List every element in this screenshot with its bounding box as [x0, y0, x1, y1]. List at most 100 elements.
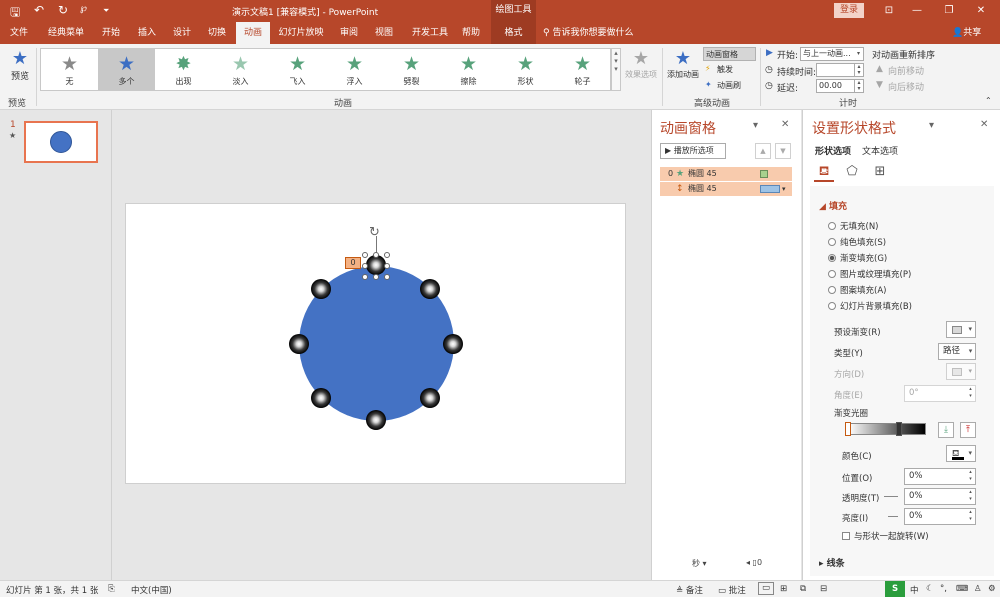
tab-view[interactable]: 视图	[369, 22, 399, 44]
move-earlier-button[interactable]: ▲ 向前移动	[876, 64, 936, 77]
collapse-ribbon-icon[interactable]: ⌃	[985, 96, 992, 105]
solid-fill-radio[interactable]: 纯色填充(S)	[828, 236, 886, 248]
tab-design[interactable]: 设计	[167, 22, 197, 44]
position-input[interactable]: 0% ▴ ▾	[904, 468, 976, 485]
undo-icon[interactable]: ↶	[34, 3, 44, 17]
type-select[interactable]: 路径 ▾	[938, 343, 976, 360]
anim-shape[interactable]: ★ 形状	[497, 49, 554, 90]
moon-icon[interactable]: ☾	[926, 584, 934, 594]
black-dot[interactable]	[420, 388, 440, 408]
ime-icon[interactable]: S	[885, 581, 905, 597]
rotate-handle-icon[interactable]: ↻	[369, 225, 380, 240]
tab-transitions[interactable]: 切换	[202, 22, 232, 44]
fill-section-header[interactable]: ◢ 填充	[819, 199, 847, 212]
tab-format[interactable]: 格式	[491, 22, 536, 44]
anim-multiple[interactable]: ★ 多个	[98, 49, 155, 90]
sorter-view-icon[interactable]: ⊞	[780, 584, 787, 594]
move-down-icon[interactable]: ▼	[775, 143, 791, 159]
black-dot[interactable]	[366, 255, 386, 275]
resize-handle[interactable]	[384, 263, 390, 269]
save-icon[interactable]: 🖫	[10, 3, 20, 24]
anim-fade[interactable]: ★ 淡入	[212, 49, 269, 90]
tab-slideshow[interactable]: 幻灯片放映	[275, 22, 327, 44]
comments-button[interactable]: ▭ 批注	[718, 584, 746, 596]
tab-file[interactable]: 文件	[4, 22, 34, 44]
remove-gradient-stop-icon[interactable]: ⤒	[960, 422, 976, 438]
duration-input[interactable]: ▴ ▾	[816, 63, 864, 77]
resize-handle[interactable]	[373, 274, 379, 280]
move-later-button[interactable]: ▼ 向后移动	[876, 80, 936, 93]
move-up-icon[interactable]: ▲	[755, 143, 771, 159]
tab-text-options[interactable]: 文本选项	[862, 144, 898, 157]
brightness-input[interactable]: 0% ▴ ▾	[904, 508, 976, 525]
black-dot[interactable]	[420, 279, 440, 299]
brightness-slider[interactable]	[888, 516, 898, 517]
close-icon[interactable]: ✕	[980, 119, 988, 130]
animation-order-tag[interactable]: 0	[345, 257, 361, 269]
anim-wipe[interactable]: ★ 擦除	[440, 49, 497, 90]
share-button[interactable]: 👤共享	[952, 22, 981, 44]
punctuation-icon[interactable]: °,	[940, 584, 947, 594]
format-painter-icon[interactable]: ℘	[80, 3, 87, 14]
pentagon-icon[interactable]: ⬠	[842, 164, 862, 182]
user-icon[interactable]: ♙	[974, 584, 982, 594]
gradient-stops-bar[interactable]	[848, 423, 926, 435]
spinner[interactable]: ▴ ▾	[854, 64, 863, 76]
settings-icon[interactable]: ⚙	[988, 584, 996, 594]
seconds-dropdown[interactable]: 秒 ▾	[692, 558, 707, 569]
gallery-scroll[interactable]: ▴ ▾ ▾	[611, 48, 621, 91]
start-select[interactable]: 与上一动画... ▾	[800, 47, 864, 61]
timing-bar[interactable]	[760, 185, 780, 193]
background-fill-radio[interactable]: 幻灯片背景填充(B)	[828, 300, 912, 312]
tab-animations[interactable]: 动画	[236, 22, 270, 44]
ime-mode-icon[interactable]: 中	[910, 584, 919, 596]
preview-button[interactable]: ★ 预览	[6, 48, 34, 82]
gradient-fill-radio[interactable]: 渐变填充(G)	[828, 252, 887, 264]
effect-options-button[interactable]: ★ 效果选项	[623, 48, 659, 80]
black-dot[interactable]	[311, 388, 331, 408]
pane-options-icon[interactable]: ▾	[929, 120, 934, 131]
anim-appear[interactable]: ✸ 出现	[155, 49, 212, 90]
black-dot[interactable]	[443, 334, 463, 354]
resize-handle[interactable]	[384, 252, 390, 258]
anim-float-in[interactable]: ★ 浮入	[326, 49, 383, 90]
gradient-stop-handle[interactable]	[896, 422, 902, 436]
angle-input[interactable]: 0° ▴ ▾	[904, 385, 976, 402]
tab-developer[interactable]: 开发工具	[406, 22, 454, 44]
line-section-header[interactable]: ▸ 线条	[819, 556, 845, 569]
play-selected-button[interactable]: ▶ 播放所选项	[660, 143, 726, 159]
anim-split[interactable]: ★ 劈裂	[383, 49, 440, 90]
language-indicator[interactable]: 中文(中国)	[131, 584, 172, 596]
transparency-slider[interactable]	[884, 496, 898, 497]
minimize-icon[interactable]: —	[904, 2, 930, 20]
anim-wheel[interactable]: ★ 轮子	[554, 49, 611, 90]
tab-review[interactable]: 审阅	[334, 22, 364, 44]
login-button[interactable]: 登录	[834, 3, 864, 18]
fill-bucket-icon[interactable]: ⛾	[814, 164, 834, 182]
resize-handle[interactable]	[362, 252, 368, 258]
gradient-stop-handle[interactable]	[845, 422, 851, 436]
customize-toolbar-icon[interactable]: ⏷	[103, 6, 109, 16]
ribbon-display-options-icon[interactable]: ⊡	[876, 2, 902, 20]
black-dot[interactable]	[366, 410, 386, 430]
resize-handle[interactable]	[373, 252, 379, 258]
keyboard-icon[interactable]: ⌨	[956, 584, 968, 594]
resize-handle[interactable]	[362, 274, 368, 280]
notes-button[interactable]: ≜ 备注	[676, 584, 703, 596]
normal-view-icon[interactable]: ▭	[758, 582, 774, 595]
delay-input[interactable]: 00.00 ▴ ▾	[816, 79, 864, 93]
resize-handle[interactable]	[384, 274, 390, 280]
timeline-scroll[interactable]: ◂ ▯0	[746, 558, 762, 567]
transparency-input[interactable]: 0% ▴ ▾	[904, 488, 976, 505]
size-properties-icon[interactable]: ⊞	[870, 164, 890, 182]
anim-none[interactable]: ★ 无	[41, 49, 98, 90]
color-picker[interactable]: ⛾ ▾	[946, 445, 976, 462]
tab-classic-menu[interactable]: 经典菜单	[42, 22, 90, 44]
close-icon[interactable]: ✕	[968, 2, 994, 20]
picture-fill-radio[interactable]: 图片或纹理填充(P)	[828, 268, 911, 280]
slideshow-view-icon[interactable]: ⊟	[820, 584, 827, 594]
tab-help[interactable]: 帮助	[456, 22, 486, 44]
redo-icon[interactable]: ↻	[58, 3, 68, 17]
black-dot[interactable]	[311, 279, 331, 299]
black-dot[interactable]	[289, 334, 309, 354]
